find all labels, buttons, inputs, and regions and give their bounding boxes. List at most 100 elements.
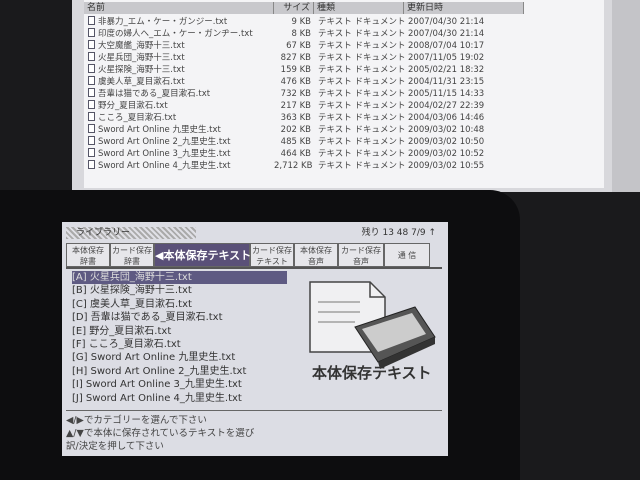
file-date: 2009/03/02 10:48 xyxy=(408,125,485,135)
column-type[interactable]: 種類 xyxy=(314,2,404,14)
help-line: 訳/決定を押して下さい xyxy=(66,441,164,452)
file-name: 印度の婦人へ_エム・ケー・ガンヂー.txt xyxy=(98,29,253,39)
file-size: 159 KB xyxy=(280,65,311,75)
text-file-icon xyxy=(88,160,95,169)
file-row[interactable]: 印度の婦人へ_エム・ケー・ガンヂー.txt 8 KB テキスト ドキュメント 2… xyxy=(84,28,604,40)
text-list-item[interactable]: [G] Sword Art Online 九里史生.txt xyxy=(72,351,235,364)
title-bar: ライブラリー 残り 13 48 7/9 ↑ xyxy=(66,227,442,240)
text-list-item[interactable]: [E] 野分_夏目漱石.txt xyxy=(72,325,171,338)
text-list-item[interactable]: [A] 火星兵団_海野十三.txt xyxy=(72,271,287,284)
file-type: テキスト ドキュメント xyxy=(318,41,406,51)
help-line: ▲/▼で本体に保存されているテキストを選び xyxy=(66,428,255,439)
text-file-icon xyxy=(88,124,95,133)
file-size: 217 KB xyxy=(280,101,311,111)
file-row[interactable]: Sword Art Online 3_九里史生.txt 464 KB テキスト … xyxy=(84,148,604,160)
text-file-icon xyxy=(88,16,95,25)
category-tab[interactable]: 本体保存 辞書 xyxy=(66,243,110,267)
file-row[interactable]: 火星兵団_海野十三.txt 827 KB テキスト ドキュメント 2007/11… xyxy=(84,52,604,64)
file-row[interactable]: 非暴力_エム・ケー・ガンジー.txt 9 KB テキスト ドキュメント 2007… xyxy=(84,16,604,28)
file-type: テキスト ドキュメント xyxy=(318,149,406,159)
file-row[interactable]: 火星探険_海野十三.txt 159 KB テキスト ドキュメント 2005/02… xyxy=(84,64,604,76)
file-date: 2009/03/02 10:52 xyxy=(408,149,485,159)
file-date: 2009/03/02 10:55 xyxy=(408,161,485,171)
file-name: 野分_夏目漱石.txt xyxy=(98,101,168,111)
file-date: 2007/04/30 21:14 xyxy=(408,17,485,27)
file-row[interactable]: 吾輩は猫である_夏目漱石.txt 732 KB テキスト ドキュメント 2005… xyxy=(84,88,604,100)
file-size: 9 KB xyxy=(291,17,311,27)
help-line: ◀/▶でカテゴリーを選んで下さい xyxy=(66,415,207,426)
file-type: テキスト ドキュメント xyxy=(318,137,406,147)
column-date[interactable]: 更新日時 xyxy=(404,2,524,14)
file-size: 732 KB xyxy=(280,89,311,99)
text-file-icon xyxy=(88,112,95,121)
file-row[interactable]: 野分_夏目漱石.txt 217 KB テキスト ドキュメント 2004/02/2… xyxy=(84,100,604,112)
window-edge xyxy=(612,0,640,192)
file-row[interactable]: Sword Art Online 2_九里史生.txt 485 KB テキスト … xyxy=(84,136,604,148)
category-tab[interactable]: カード保存 辞書 xyxy=(110,243,154,267)
file-date: 2005/11/15 14:33 xyxy=(408,89,485,99)
file-name: 火星探険_海野十三.txt xyxy=(98,65,185,75)
file-name: 吾輩は猫である_夏目漱石.txt xyxy=(98,89,211,99)
illustration-title: 本体保存テキスト xyxy=(312,364,432,382)
text-file-icon xyxy=(88,76,95,85)
text-file-icon xyxy=(88,52,95,61)
file-name: 火星兵団_海野十三.txt xyxy=(98,53,185,63)
file-type: テキスト ドキュメント xyxy=(318,113,406,123)
text-list-item[interactable]: [I] Sword Art Online 3_九里史生.txt xyxy=(72,378,242,391)
file-name: Sword Art Online 2_九里史生.txt xyxy=(98,137,231,147)
file-row[interactable]: 大空魔艦_海野十三.txt 67 KB テキスト ドキュメント 2008/07/… xyxy=(84,40,604,52)
file-date: 2008/07/04 10:17 xyxy=(408,41,485,51)
file-date: 2004/03/06 14:46 xyxy=(408,113,485,123)
file-type: テキスト ドキュメント xyxy=(318,17,406,27)
file-row[interactable]: 虞美人草_夏目漱石.txt 476 KB テキスト ドキュメント 2004/11… xyxy=(84,76,604,88)
monitor: 名前 サイズ 種類 更新日時 非暴力_エム・ケー・ガンジー.txt 9 KB テ… xyxy=(72,0,640,192)
file-type: テキスト ドキュメント xyxy=(318,101,406,111)
text-list-item[interactable]: [B] 火星探険_海野十三.txt xyxy=(72,284,192,297)
file-date: 2007/04/30 21:14 xyxy=(408,29,485,39)
file-type: テキスト ドキュメント xyxy=(318,77,406,87)
category-tab[interactable]: カード保存 音声 xyxy=(338,243,384,267)
text-file-icon xyxy=(88,148,95,157)
category-tab[interactable]: 通 信 xyxy=(384,243,430,267)
file-date: 2005/02/21 18:32 xyxy=(408,65,485,75)
file-type: テキスト ドキュメント xyxy=(318,65,406,75)
file-date: 2004/02/27 22:39 xyxy=(408,101,485,111)
text-file-icon xyxy=(88,88,95,97)
text-list-item[interactable]: [D] 吾輩は猫である_夏目漱石.txt xyxy=(72,311,223,324)
text-list-item[interactable]: [F] こころ_夏目漱石.txt xyxy=(72,338,181,351)
file-name: Sword Art Online 九里史生.txt xyxy=(98,125,221,135)
column-size[interactable]: サイズ xyxy=(274,2,314,14)
file-type: テキスト ドキュメント xyxy=(318,89,406,99)
file-size: 67 KB xyxy=(286,41,311,51)
device-screen: ライブラリー 残り 13 48 7/9 ↑ 本体保存 辞書 カード保存 辞書 ◀本体… xyxy=(62,222,448,456)
file-name: 虞美人草_夏目漱石.txt xyxy=(98,77,185,87)
file-size: 476 KB xyxy=(280,77,311,87)
library-title: ライブラリー xyxy=(66,227,196,239)
text-list-item[interactable]: [H] Sword Art Online 2_九里史生.txt xyxy=(72,365,246,378)
category-tab[interactable]: 本体保存 音声 xyxy=(294,243,338,267)
file-name: Sword Art Online 3_九里史生.txt xyxy=(98,149,231,159)
text-list-item[interactable]: [J] Sword Art Online 4_九里史生.txt xyxy=(72,392,242,405)
file-name: こころ_夏目漱石.txt xyxy=(98,113,177,123)
text-list-item[interactable]: [C] 虞美人草_夏目漱石.txt xyxy=(72,298,192,311)
file-date: 2004/11/31 23:15 xyxy=(408,77,485,87)
file-type: テキスト ドキュメント xyxy=(318,125,406,135)
file-size: 363 KB xyxy=(280,113,311,123)
text-file-icon xyxy=(88,28,95,37)
file-row[interactable]: Sword Art Online 九里史生.txt 202 KB テキスト ドキ… xyxy=(84,124,604,136)
category-tab[interactable]: カード保存 テキスト xyxy=(250,243,294,267)
column-name[interactable]: 名前 xyxy=(84,2,274,14)
status-indicator: 残り 13 48 7/9 ↑ xyxy=(361,228,436,238)
file-size: 827 KB xyxy=(280,53,311,63)
file-size: 202 KB xyxy=(280,125,311,135)
file-size: 2,712 KB xyxy=(274,161,313,171)
help-text: ◀/▶でカテゴリーを選んで下さい ▲/▼で本体に保存されているテキストを選び 訳… xyxy=(66,410,442,453)
category-tab[interactable]: ◀本体保存テキスト▶ xyxy=(154,243,260,267)
file-date: 2007/11/05 19:02 xyxy=(408,53,485,63)
text-file-icon xyxy=(88,64,95,73)
file-row[interactable]: こころ_夏目漱石.txt 363 KB テキスト ドキュメント 2004/03/… xyxy=(84,112,604,124)
file-size: 485 KB xyxy=(280,137,311,147)
file-type: テキスト ドキュメント xyxy=(318,29,406,39)
category-tabs: 本体保存 辞書 カード保存 辞書 ◀本体保存テキスト▶ カード保存 テキスト 本体保存 … xyxy=(66,243,442,269)
file-row[interactable]: Sword Art Online 4_九里史生.txt 2,712 KB テキス… xyxy=(84,160,604,172)
